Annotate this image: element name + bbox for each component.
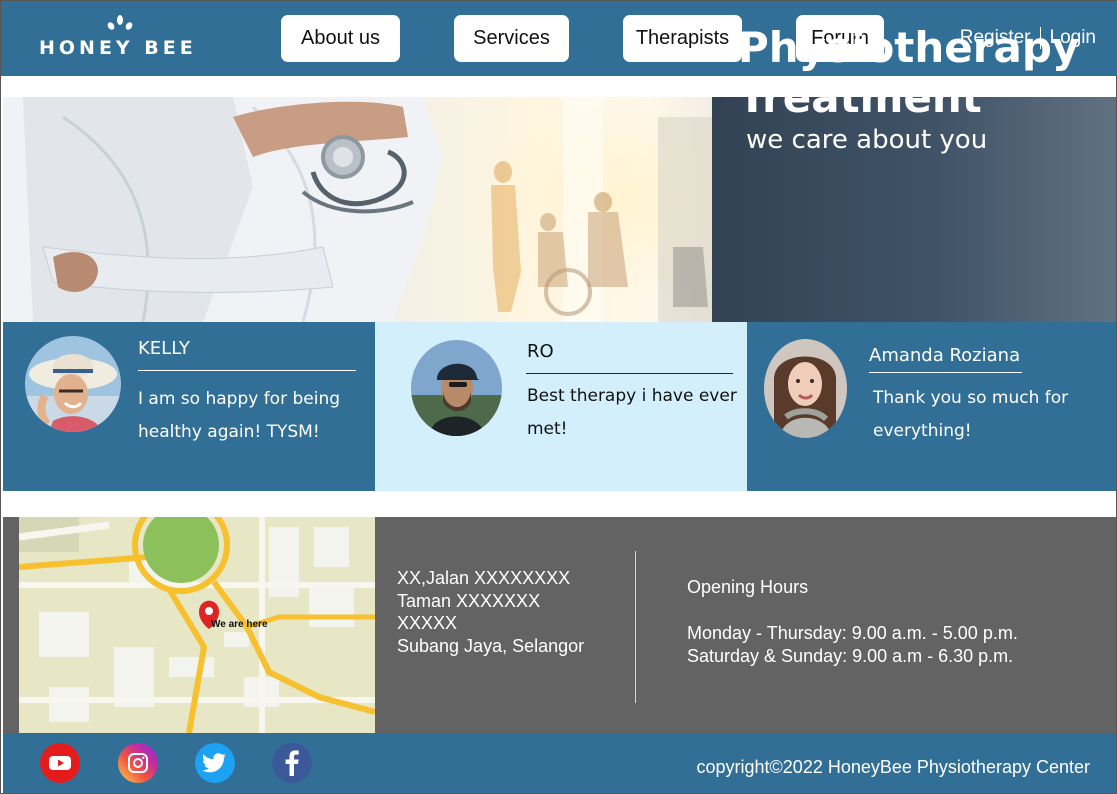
- testimonial-text: Best therapy i have ever met!: [527, 386, 737, 439]
- copyright-text: copyright©2022 HoneyBee Physiotherapy Ce…: [696, 757, 1091, 777]
- nav-therapists-button[interactable]: Therapists: [623, 15, 742, 62]
- avatar-amanda: [764, 339, 847, 438]
- testimonial-divider: [138, 370, 356, 371]
- address-line1: XX,Jalan XXXXXXXX: [397, 568, 571, 588]
- address-line2: Taman XXXXXXX: [397, 590, 541, 611]
- hero-title: Physiotherapy Treatment: [738, 23, 1079, 123]
- testimonial-text: Thank you so much for everything!: [873, 388, 1069, 441]
- opening-hours: Monday - Thursday: 9.00 a.m. - 5.00 p.m.…: [687, 622, 1018, 667]
- avatar-kelly: [25, 336, 121, 432]
- hero-title-line2: Treatment: [738, 73, 982, 122]
- location-map[interactable]: We are here: [19, 517, 375, 733]
- nav-services-button[interactable]: Services: [454, 15, 569, 62]
- honeydrop-icon: [107, 15, 133, 30]
- address-line3: XXXXX: [397, 613, 458, 633]
- address-line4: Subang Jaya, Selangor: [397, 635, 585, 656]
- opening-hours-title: Opening Hours: [687, 577, 809, 597]
- brand-logo[interactable]: HONEY BEE: [39, 15, 199, 63]
- weekend-hours: Saturday & Sunday: 9.00 a.m - 6.30 p.m.: [687, 645, 1014, 666]
- youtube-icon[interactable]: [40, 743, 80, 783]
- brand-name: HONEY BEE: [39, 37, 197, 59]
- testimonial-name: Amanda Roziana: [869, 345, 1021, 366]
- testimonial-card: RO Best therapy i have ever met!: [375, 322, 747, 491]
- testimonial-card: Amanda Roziana Thank you so much for eve…: [747, 322, 1116, 491]
- testimonial-divider: [526, 373, 733, 374]
- weekday-hours: Monday - Thursday: 9.00 a.m. - 5.00 p.m.: [687, 623, 1018, 643]
- hero-title-line1: Physiotherapy: [738, 23, 1080, 72]
- testimonial-text: I am so happy for being healthy again! T…: [138, 389, 341, 442]
- contact-divider: [635, 551, 636, 703]
- testimonial-name: RO: [527, 341, 554, 362]
- testimonial-divider: [869, 372, 1022, 373]
- testimonial-card: KELLY I am so happy for being healthy ag…: [3, 322, 375, 491]
- nav-about-us-button[interactable]: About us: [281, 15, 400, 62]
- map-marker-label: We are here: [211, 619, 268, 630]
- instagram-icon[interactable]: [118, 743, 158, 783]
- avatar-ro: [411, 340, 502, 436]
- hero-subtitle: we care about you: [746, 125, 988, 155]
- address-block: XX,Jalan XXXXXXXX Taman XXXXXXX XXXXX Su…: [397, 567, 584, 657]
- hero-photo-doctor: [3, 97, 713, 322]
- twitter-icon[interactable]: [195, 743, 235, 783]
- testimonial-name: KELLY: [138, 338, 190, 359]
- facebook-icon[interactable]: [272, 743, 312, 783]
